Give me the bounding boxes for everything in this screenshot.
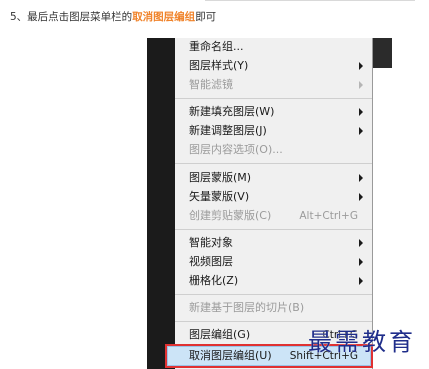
menu-item-new-adjustment-layer[interactable]: 新建调整图层(J) — [189, 122, 372, 140]
menu-item-label: 图层蒙版(M) — [189, 171, 252, 184]
menu-separator — [175, 229, 372, 230]
menu-item-layer-style[interactable]: 图层样式(Y) — [189, 57, 372, 75]
submenu-arrow-icon — [359, 62, 363, 70]
layer-context-menu: 重命名组... 图层样式(Y) 智能滤镜 新建填充图层(W) 新建调整图层(J)… — [147, 38, 373, 369]
menu-item-label: 取消图层编组(U) — [189, 349, 272, 362]
menu-item-label: 新建调整图层(J) — [189, 124, 267, 137]
menu-item-smart-object[interactable]: 智能对象 — [189, 234, 372, 252]
menu-item-label: 智能滤镜 — [189, 78, 233, 91]
menu-item-label: 创建剪贴蒙版(C) — [189, 209, 272, 222]
watermark-text: 最需教育 — [308, 328, 416, 356]
submenu-arrow-icon — [359, 258, 363, 266]
menu-item-label: 视频图层 — [189, 255, 233, 268]
submenu-arrow-icon — [359, 193, 363, 201]
menu-item-label: 新建填充图层(W) — [189, 105, 275, 118]
background-dark-strip — [372, 38, 392, 68]
menu-item-smart-filter: 智能滤镜 — [189, 76, 372, 94]
submenu-arrow-icon — [359, 81, 363, 89]
menu-separator — [175, 98, 372, 99]
menu-item-label: 图层样式(Y) — [189, 59, 249, 72]
menu-item-rename-group[interactable]: 重命名组... — [189, 38, 372, 56]
menu-item-layer-content-options: 图层内容选项(O)... — [189, 141, 372, 159]
submenu-arrow-icon — [359, 174, 363, 182]
menu-item-rasterize[interactable]: 栅格化(Z) — [189, 272, 372, 290]
submenu-arrow-icon — [359, 127, 363, 135]
menu-item-shortcut: Alt+Ctrl+G — [299, 210, 358, 222]
menu-item-new-fill-layer[interactable]: 新建填充图层(W) — [189, 103, 372, 121]
menu-item-label: 重命名组... — [189, 40, 244, 53]
menu-item-label: 栅格化(Z) — [189, 274, 239, 287]
menu-item-vector-mask[interactable]: 矢量蒙版(V) — [189, 188, 372, 206]
top-divider — [205, 0, 415, 1]
menu-item-layer-mask[interactable]: 图层蒙版(M) — [189, 169, 372, 187]
menu-item-label: 矢量蒙版(V) — [189, 190, 250, 203]
instruction-text: 5、最后点击图层菜单栏的取消图层编组即可 — [10, 9, 216, 24]
instruction-highlight: 取消图层编组 — [132, 11, 196, 23]
submenu-arrow-icon — [359, 277, 363, 285]
menu-item-label: 新建基于图层的切片(B) — [189, 301, 305, 314]
submenu-arrow-icon — [359, 108, 363, 116]
menu-item-label: 图层编组(G) — [189, 328, 251, 341]
menu-panel: 重命名组... 图层样式(Y) 智能滤镜 新建填充图层(W) 新建调整图层(J)… — [165, 38, 373, 369]
instruction-suffix: 即可 — [195, 11, 217, 23]
menu-item-video-layer[interactable]: 视频图层 — [189, 253, 372, 271]
menu-item-create-clipping-mask: 创建剪贴蒙版(C) Alt+Ctrl+G — [189, 207, 372, 225]
submenu-arrow-icon — [359, 239, 363, 247]
menu-item-label: 图层内容选项(O)... — [189, 143, 283, 156]
instruction-prefix: 5、最后点击图层菜单栏的 — [10, 11, 133, 23]
menu-item-new-layer-based-slice: 新建基于图层的切片(B) — [189, 299, 372, 317]
menu-item-label: 智能对象 — [189, 236, 233, 249]
menu-separator — [175, 163, 372, 164]
menu-separator — [175, 294, 372, 295]
menu-left-gutter — [147, 38, 175, 369]
